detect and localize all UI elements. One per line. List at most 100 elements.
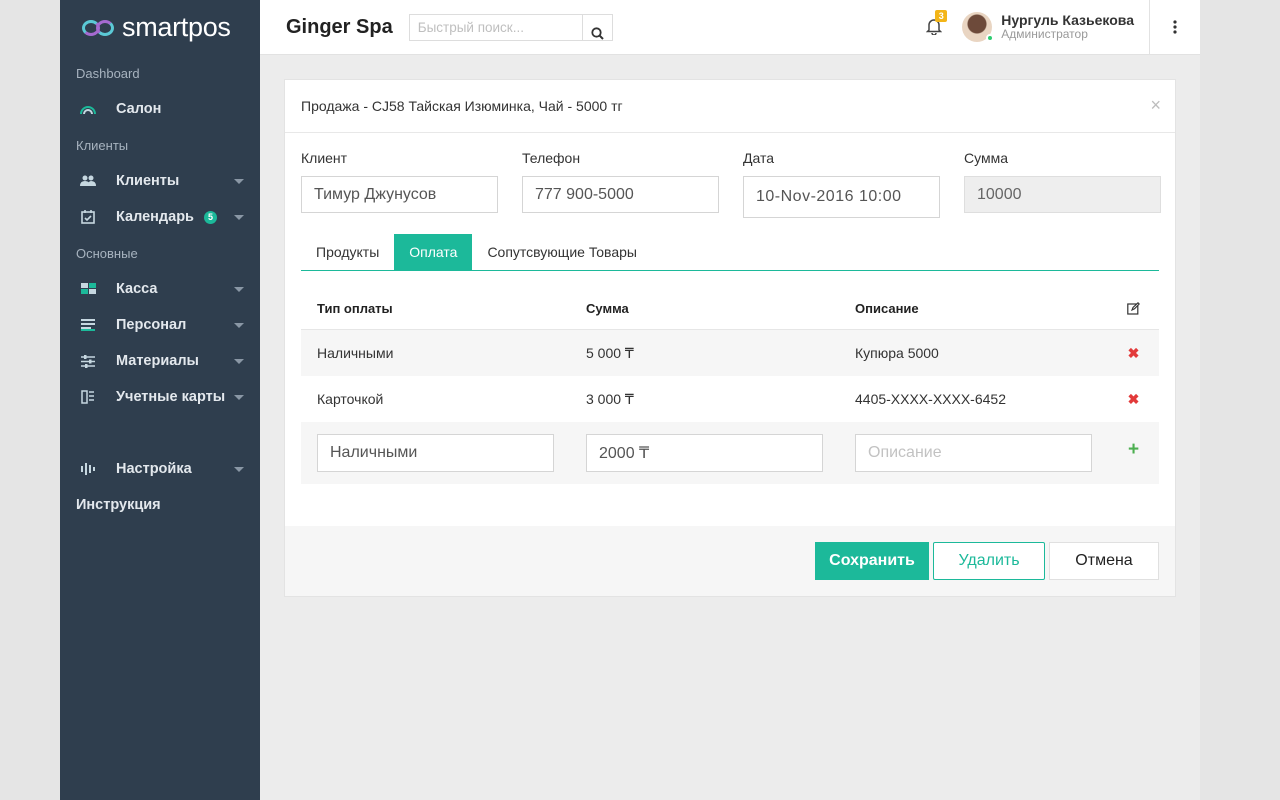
search-button[interactable] (583, 15, 612, 53)
new-payment-type-input[interactable]: Наличными (317, 434, 554, 472)
sliders-icon (80, 353, 96, 369)
edit-button[interactable] (1108, 302, 1159, 315)
delete-row-icon[interactable]: ✖ (1128, 345, 1140, 362)
cards-icon (80, 389, 96, 405)
phone-field: Телефон 777 900-5000 (522, 150, 719, 218)
chevron-down-icon (234, 215, 244, 220)
notifications-button[interactable]: 3 (925, 10, 948, 36)
sale-modal: Продажа - CJ58 Тайская Изюминка, Чай - 5… (284, 79, 1176, 597)
table-header-row: Тип оплаты Сумма Описание (301, 288, 1159, 330)
payment-type-cell: Карточкой (317, 391, 384, 407)
calendar-count-badge: 5 (203, 210, 217, 224)
modal-tabs: Продукты Оплата Сопутсвующие Товары (301, 234, 1159, 271)
sum-field: Сумма 10000 (964, 150, 1161, 218)
edit-icon (1127, 302, 1140, 315)
infinity-logo-icon (82, 18, 116, 38)
sidebar-section-dashboard: Dashboard (76, 65, 140, 81)
chevron-down-icon (234, 323, 244, 328)
client-field: Клиент Тимур Джунусов (301, 150, 498, 218)
payment-sum-cell: 5 000 ₸ (586, 344, 634, 361)
cancel-button[interactable]: Отмена (1049, 542, 1159, 580)
sidebar-item-label: Клиенты (116, 173, 180, 189)
staff-icon (80, 317, 96, 333)
modal-title: Продажа - CJ58 Тайская Изюминка, Чай - 5… (301, 98, 623, 114)
phone-input[interactable]: 777 900-5000 (522, 176, 719, 213)
chevron-down-icon (234, 359, 244, 364)
sum-input: 10000 (964, 176, 1161, 213)
sidebar: smartpos Dashboard Салон Клиенты Клиенты… (60, 0, 260, 800)
app-window: smartpos Dashboard Салон Клиенты Клиенты… (60, 0, 1200, 800)
sidebar-item-accounts[interactable]: Учетные карты (60, 379, 260, 415)
user-role: Администратор (1001, 27, 1088, 41)
page-title: Ginger Spa (286, 15, 393, 38)
search-input[interactable] (409, 14, 583, 40)
avatar (962, 12, 995, 42)
sidebar-item-clients[interactable]: Клиенты (60, 163, 260, 199)
payment-type-cell: Наличными (317, 345, 394, 361)
search-box (408, 13, 613, 41)
modal-footer: Сохранить Удалить Отмена (285, 526, 1175, 596)
tab-related-goods[interactable]: Сопутсвующие Товары (472, 234, 652, 270)
logo-text: smartpos (122, 12, 231, 42)
sidebar-item-label: Персонал (116, 317, 187, 333)
table-row: Карточкой 3 000 ₸ 4405-XXXX-XXXX-6452 ✖ (301, 376, 1159, 422)
sidebar-item-label: Салон (116, 101, 162, 117)
delete-row-icon[interactable]: ✖ (1128, 391, 1140, 408)
topbar: Ginger Spa 3 Нургуль Казьекова Администр… (260, 0, 1200, 55)
chevron-down-icon (234, 287, 244, 292)
payments-table: Тип оплаты Сумма Описание Наличными 5 00… (301, 288, 1159, 484)
table-row: Наличными 5 000 ₸ Купюра 5000 ✖ (301, 330, 1159, 376)
tab-payment[interactable]: Оплата (394, 234, 473, 270)
chevron-down-icon (234, 467, 244, 472)
settings-icon (80, 461, 96, 477)
sidebar-item-settings[interactable]: Настройка (60, 451, 260, 487)
add-row-icon[interactable]: + (1128, 439, 1139, 461)
header-payment-type: Тип оплаты (317, 301, 393, 316)
sidebar-item-salon[interactable]: Салон (60, 91, 260, 127)
rainbow-icon (80, 101, 96, 117)
sidebar-item-materials[interactable]: Материалы (60, 343, 260, 379)
sidebar-item-instructions[interactable]: Инструкция (60, 487, 260, 523)
sale-fields: Клиент Тимур Джунусов Телефон 777 900-50… (285, 150, 1175, 218)
header-description: Описание (855, 301, 919, 316)
more-menu-button[interactable] (1150, 0, 1200, 55)
sidebar-item-label: Календарь (116, 209, 194, 225)
date-field: Дата 10-Nov-2016 10:00 (743, 150, 940, 218)
users-icon (80, 173, 96, 189)
kebab-icon (1173, 20, 1177, 34)
client-input[interactable]: Тимур Джунусов (301, 176, 498, 213)
sidebar-item-staff[interactable]: Персонал (60, 307, 260, 343)
sidebar-item-label: Настройка (116, 461, 192, 477)
cash-icon (80, 281, 96, 297)
search-icon (591, 27, 604, 40)
payment-desc-cell: 4405-XXXX-XXXX-6452 (855, 391, 1006, 407)
sidebar-item-label: Материалы (116, 353, 199, 369)
payment-sum-cell: 3 000 ₸ (586, 390, 634, 407)
payment-desc-cell: Купюра 5000 (855, 345, 939, 361)
new-payment-desc-input[interactable]: Описание (855, 434, 1092, 472)
new-payment-sum-input[interactable]: 2000 ₸ (586, 434, 823, 472)
new-payment-row: Наличными 2000 ₸ Описание + (301, 422, 1159, 484)
sidebar-item-label: Учетные карты (116, 389, 226, 405)
tab-products[interactable]: Продукты (301, 234, 394, 270)
modal-header: Продажа - CJ58 Тайская Изюминка, Чай - 5… (285, 80, 1175, 133)
delete-button[interactable]: Удалить (933, 542, 1045, 580)
online-status-icon (986, 34, 995, 42)
user-menu[interactable]: Нургуль Казьекова Администратор (962, 12, 1134, 42)
logo[interactable]: smartpos (60, 0, 260, 55)
sidebar-section-clients: Клиенты (76, 137, 129, 153)
notification-count-badge: 3 (935, 10, 948, 22)
sidebar-item-label: Касса (116, 281, 158, 297)
close-icon[interactable]: × (1150, 96, 1161, 114)
sidebar-item-label: Инструкция (76, 497, 161, 513)
sidebar-item-calendar[interactable]: Календарь 5 (60, 199, 260, 235)
client-label: Клиент (301, 150, 348, 166)
date-input[interactable]: 10-Nov-2016 10:00 (743, 176, 940, 218)
sidebar-item-cash[interactable]: Касса (60, 271, 260, 307)
date-label: Дата (743, 150, 775, 166)
header-sum: Сумма (586, 301, 629, 316)
user-info: Нургуль Казьекова Администратор (1001, 13, 1134, 41)
calendar-check-icon (80, 209, 96, 225)
save-button[interactable]: Сохранить (815, 542, 929, 580)
